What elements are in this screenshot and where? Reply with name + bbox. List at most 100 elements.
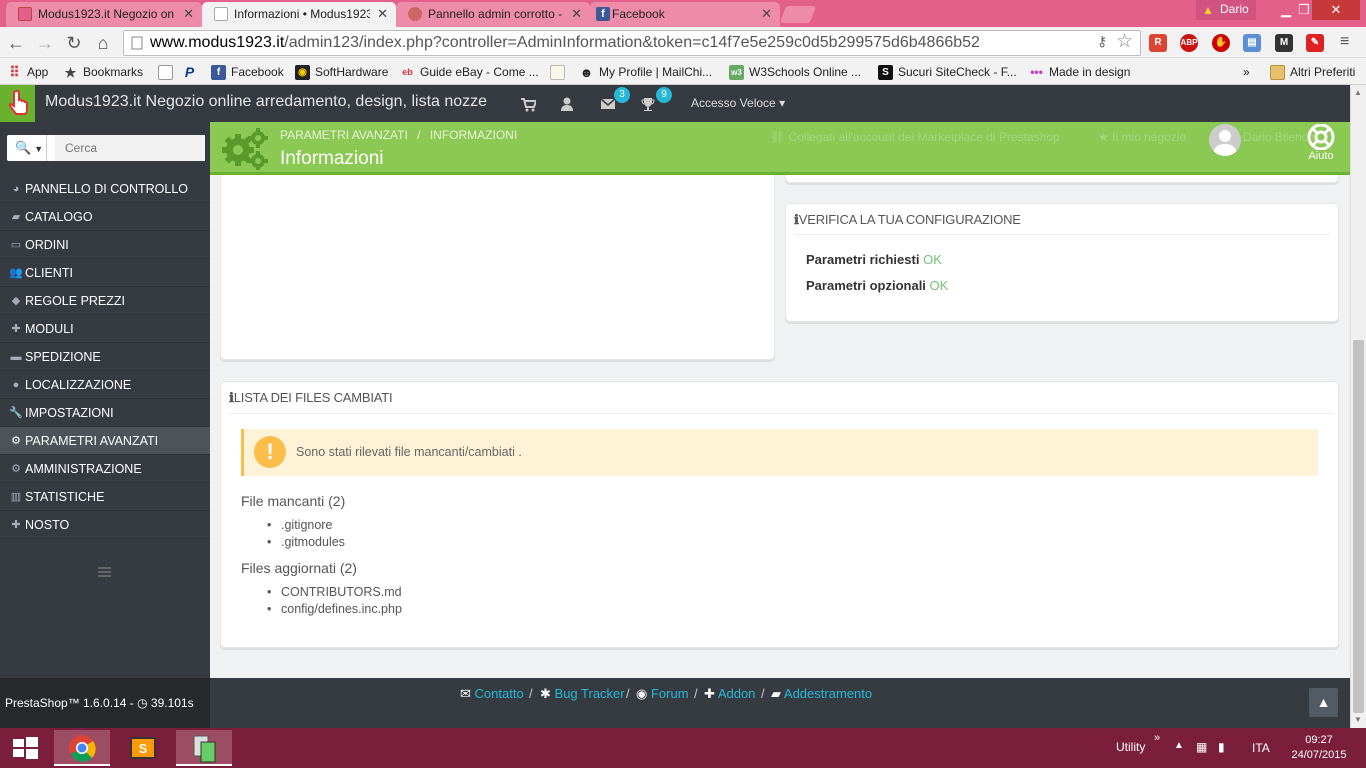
page-scrollbar[interactable]: ▲ ▼ [1350, 85, 1366, 728]
menu-item-localization[interactable]: ● LOCALIZZAZIONE [0, 371, 210, 399]
browser-tab[interactable]: Modus1923.it Negozio on ✕ [6, 2, 202, 27]
tab-close-icon[interactable]: ✕ [571, 2, 582, 26]
menu-item-orders[interactable]: ▭ ORDINI [0, 231, 210, 259]
folder-extension-icon[interactable]: ▤ [1243, 34, 1261, 52]
user-icon[interactable] [559, 96, 575, 112]
avatar[interactable] [1209, 124, 1241, 156]
tab-close-icon[interactable]: ✕ [377, 2, 388, 26]
tab-close-icon[interactable]: ✕ [761, 2, 772, 26]
footer-link-contact[interactable]: ✉ Contatto [460, 686, 524, 702]
footer-link-bug-tracker[interactable]: ✱ Bug Tracker [540, 686, 625, 702]
bookmark-item[interactable]: ••• Made in design [1029, 63, 1130, 81]
cart-icon[interactable] [520, 96, 536, 112]
other-bookmarks-folder[interactable]: Altri Preferiti [1270, 63, 1355, 81]
taskbar-chrome[interactable] [54, 730, 110, 766]
tags-icon: ◆ [11, 295, 21, 307]
bookmark-item[interactable]: ◉ SoftHardware [295, 63, 388, 81]
start-button[interactable] [0, 730, 50, 766]
translate-extension-icon[interactable]: ✎ [1306, 34, 1324, 52]
url-host: www.modus1923.it [150, 34, 285, 51]
adblock-plus-icon[interactable]: ABP [1180, 34, 1198, 52]
menu-item-price-rules[interactable]: ◆ REGOLE PREZZI [0, 287, 210, 315]
back-button[interactable]: ← [5, 32, 27, 54]
footer-link-training[interactable]: ▰ Addestramento [771, 686, 872, 702]
menu-item-customers[interactable]: 👥 CLIENTI [0, 259, 210, 287]
sidebar-toggle-button[interactable] [0, 85, 35, 122]
footer-link-forum[interactable]: ◉ Forum [636, 686, 689, 702]
collapse-menu-button[interactable] [96, 565, 114, 579]
marketplace-link[interactable]: ⛓ Collegati all'account del Marketplace … [770, 130, 1060, 144]
bookmark-item[interactable] [550, 63, 570, 81]
bookmark-item[interactable]: P [182, 63, 202, 81]
network-icon[interactable]: ▦ [1196, 740, 1207, 754]
panel-heading: ℹLISTA DEI FILES CAMBIATI [229, 390, 393, 406]
breadcrumb-item[interactable]: INFORMAZIONI [430, 128, 517, 142]
reload-button[interactable]: ↻ [63, 32, 85, 54]
bookmark-item[interactable]: w3 W3Schools Online ... [729, 63, 861, 81]
key-icon[interactable]: ⚷ [1097, 33, 1107, 50]
footer-link-label: Contatto [474, 686, 524, 701]
scrollbar-thumb[interactable] [1353, 340, 1364, 713]
quick-access-dropdown[interactable]: Accesso Veloce ▾ [691, 96, 785, 110]
bookmark-label: W3Schools Online ... [749, 65, 862, 79]
bookmarks-overflow-button[interactable]: » [1243, 63, 1250, 81]
menu-item-catalog[interactable]: ▰ CATALOGO [0, 203, 210, 231]
bookmark-item[interactable]: f Facebook [211, 63, 284, 81]
tray-expand-icon[interactable]: ▲ [1174, 740, 1184, 751]
extension-icon[interactable]: R [1149, 34, 1167, 52]
stop-extension-icon[interactable]: ✋ [1212, 34, 1230, 52]
marketplace-label: Collegati all'account del Marketplace di… [788, 130, 1060, 144]
bookmark-item[interactable]: S Sucuri SiteCheck - F... [878, 63, 1017, 81]
taskbar-ftp-client[interactable] [176, 730, 232, 766]
menu-item-advanced-parameters[interactable]: ⚙ PARAMETRI AVANZATI [0, 427, 210, 455]
taskbar-sublime[interactable]: S [115, 730, 171, 766]
bookmark-item[interactable]: ☻ My Profile | MailChi... [579, 63, 712, 81]
breadcrumb-item[interactable]: PARAMETRI AVANZATI [280, 128, 408, 142]
search-input[interactable] [55, 135, 205, 161]
my-shop-link[interactable]: ★ Il mio negozio [1098, 130, 1186, 144]
hand-pointer-icon [8, 89, 28, 115]
profile-button[interactable]: ▲ Dario [1196, 0, 1256, 20]
menu-item-settings[interactable]: 🔧 IMPOSTAZIONI [0, 399, 210, 427]
forward-button[interactable]: → [34, 32, 56, 54]
menu-item-dashboard[interactable]: ◕ PANNELLO DI CONTROLLO [0, 175, 210, 203]
browser-tab-active[interactable]: Informazioni • Modus1923 ✕ [202, 2, 396, 27]
scroll-up-arrow-icon[interactable]: ▲ [1354, 88, 1362, 97]
browser-tab[interactable]: Pannello admin corrotto - ✕ [396, 2, 590, 27]
home-button[interactable]: ⌂ [92, 32, 114, 54]
menu-item-statistics[interactable]: ▥ STATISTICHE [0, 483, 210, 511]
bookmark-item[interactable]: ★ Bookmarks [63, 63, 143, 81]
search-icon: 🔍 [15, 140, 32, 155]
tray-chevron[interactable]: » [1154, 732, 1160, 744]
new-tab-button[interactable] [779, 6, 817, 23]
trophy-icon[interactable] [640, 96, 656, 112]
footer-link-addons[interactable]: ✚ Addon [704, 686, 755, 702]
bookmark-item[interactable]: eb Guide eBay - Come ... [400, 63, 538, 81]
bookmark-item[interactable]: ⠿ App [7, 63, 48, 81]
language-indicator[interactable]: ITA [1252, 741, 1270, 755]
help-button[interactable]: Aiuto [1305, 124, 1337, 162]
envelope-icon[interactable] [600, 96, 616, 112]
m-extension-icon[interactable]: M [1275, 34, 1293, 52]
footer-link-label: Addestramento [783, 686, 873, 701]
server-info-panel [220, 175, 775, 360]
address-bar[interactable]: www.modus1923.it/admin123/index.php?cont… [123, 30, 1141, 56]
scroll-to-top-button[interactable]: ▲ [1309, 688, 1338, 717]
menu-item-modules[interactable]: ✚ MODULI [0, 315, 210, 343]
clock-icon: ◷ [137, 696, 148, 710]
tab-close-icon[interactable]: ✕ [183, 2, 194, 26]
shop-name-link[interactable]: Modus1923.it Negozio online arredamento,… [45, 93, 487, 111]
chrome-menu-icon[interactable]: ≡ [1340, 33, 1349, 51]
taskbar-clock[interactable]: 09:27 24/07/2015 [1290, 733, 1348, 763]
menu-item-administration[interactable]: ⚙ AMMINISTRAZIONE [0, 455, 210, 483]
menu-item-shipping[interactable]: ▬ SPEDIZIONE [0, 343, 210, 371]
browser-tab[interactable]: f Facebook ✕ [590, 2, 780, 27]
menu-item-nosto[interactable]: ✚ NOSTO [0, 511, 210, 539]
bookmark-item[interactable] [158, 63, 178, 81]
search-options-button[interactable]: 🔍 ▼ [7, 135, 47, 161]
bookmark-star-icon[interactable]: ☆ [1116, 30, 1133, 53]
tray-utility-label[interactable]: Utility [1116, 740, 1145, 754]
close-window-button[interactable]: ✕ [1312, 0, 1360, 20]
scroll-down-arrow-icon[interactable]: ▼ [1354, 715, 1362, 724]
device-icon[interactable]: ▮ [1218, 740, 1225, 754]
